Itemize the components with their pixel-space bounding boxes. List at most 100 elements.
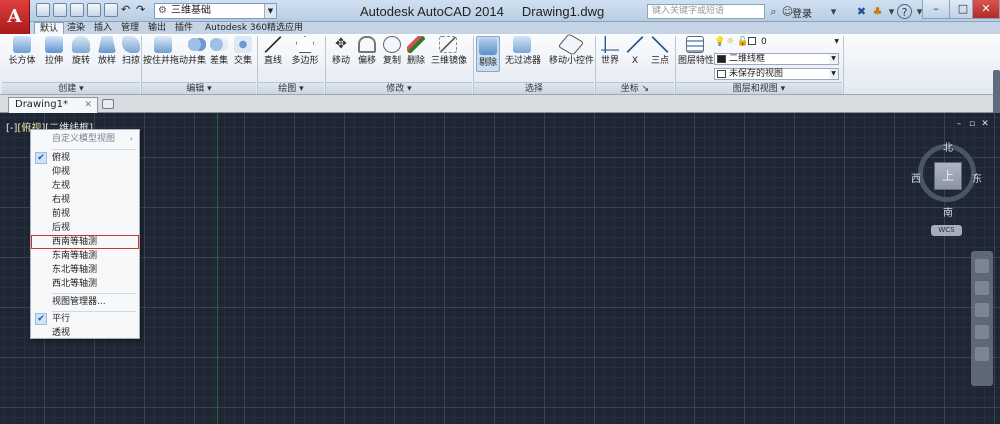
- saveas-icon[interactable]: [87, 3, 101, 17]
- undo-icon[interactable]: ↶: [121, 3, 135, 17]
- layer-select[interactable]: 💡 ☼ 🔓 0 ▼: [714, 37, 839, 49]
- move-button[interactable]: ✥ 移动: [330, 36, 352, 72]
- menu-item-label: 东北等轴测: [52, 265, 98, 275]
- workspace-select[interactable]: ⚙ 三维基础 ▼: [154, 3, 277, 19]
- search-input[interactable]: 键入关键字或短语: [647, 4, 765, 19]
- dropdown-icon[interactable]: ▾: [826, 4, 841, 19]
- union-button[interactable]: 并集: [186, 36, 208, 72]
- sweep-button[interactable]: 扫掠: [119, 36, 143, 72]
- menu-item-right[interactable]: 右视: [31, 193, 139, 207]
- extrude-button[interactable]: 拉伸: [40, 36, 68, 72]
- viewport-minimize-button[interactable]: –: [954, 119, 964, 129]
- menu-item-perspective[interactable]: 透视: [31, 326, 139, 340]
- compass-west[interactable]: 西: [911, 170, 921, 185]
- open-icon[interactable]: [53, 3, 67, 17]
- connect-icon[interactable]: ♣: [870, 4, 885, 19]
- move-gizmo-button[interactable]: 移动小控件: [549, 33, 594, 72]
- panel-title-create[interactable]: 创建 ▾: [2, 82, 140, 94]
- intersect-button[interactable]: 交集: [232, 36, 254, 72]
- compass-east[interactable]: 东: [972, 170, 982, 185]
- visual-style-select[interactable]: 二维线框 ▼: [714, 53, 839, 65]
- view-manager-item[interactable]: 视图管理器...: [31, 295, 139, 309]
- new-drawing-tab-button[interactable]: [102, 99, 114, 109]
- wcs-menu-button[interactable]: WCS: [931, 225, 962, 236]
- menu-item-se-isometric[interactable]: 东南等轴测: [31, 249, 139, 263]
- menu-item-front[interactable]: 前视: [31, 207, 139, 221]
- steering-wheel-icon[interactable]: [975, 259, 989, 273]
- redo-icon[interactable]: ↷: [136, 3, 150, 17]
- subtract-icon: [210, 36, 228, 53]
- tab-insert[interactable]: 插入: [89, 22, 117, 34]
- no-filter-button[interactable]: 无过滤器: [505, 36, 541, 72]
- erase-button[interactable]: 删除: [405, 36, 427, 72]
- tab-manage[interactable]: 管理: [116, 22, 144, 34]
- layer-properties-button[interactable]: 图层特性: [678, 36, 714, 72]
- showmotion-icon[interactable]: [975, 347, 989, 361]
- culling-button[interactable]: 剔除: [476, 36, 500, 72]
- tab-featured-apps[interactable]: 精选应用: [262, 22, 308, 34]
- search-icon[interactable]: ⌕: [766, 4, 781, 19]
- panel-title-coordinates[interactable]: 坐标 ↘: [596, 82, 674, 94]
- chevron-right-icon: ›: [129, 134, 133, 143]
- compass-north[interactable]: 北: [943, 139, 953, 154]
- polygon-button[interactable]: 多边形: [291, 36, 319, 72]
- viewport-restore-button[interactable]: ▫: [967, 119, 977, 129]
- menu-item-bottom[interactable]: 仰视: [31, 165, 139, 179]
- copy-button[interactable]: 复制: [381, 36, 403, 72]
- viewcube-top-face[interactable]: 上: [934, 162, 962, 190]
- new-icon[interactable]: [36, 3, 50, 17]
- tab-render[interactable]: 渲染: [62, 22, 90, 34]
- close-icon[interactable]: ✕: [84, 98, 92, 112]
- panel-modify-label: 修改: [386, 84, 405, 94]
- menu-item-parallel[interactable]: ✔ 平行: [31, 312, 139, 326]
- ucs-x-button[interactable]: X: [625, 36, 645, 72]
- viewport-menu-label[interactable]: [-]: [6, 123, 17, 134]
- chevron-down-icon: ▼: [829, 69, 838, 79]
- panel-title-draw[interactable]: 绘图 ▾: [258, 82, 324, 94]
- save-icon[interactable]: [70, 3, 84, 17]
- presspull-button[interactable]: 按住并拖动: [143, 36, 188, 72]
- menu-item-sw-isometric[interactable]: 西南等轴测: [31, 235, 139, 249]
- panel-title-edit[interactable]: 编辑 ▾: [142, 82, 256, 94]
- menu-item-back[interactable]: 后视: [31, 221, 139, 235]
- lock-icon: 🔓: [737, 37, 749, 47]
- menu-item-label: 西北等轴测: [52, 279, 98, 289]
- custom-model-views-item[interactable]: 自定义模型视图 ›: [31, 132, 139, 146]
- mirror3d-button[interactable]: 三维镜像: [431, 36, 467, 72]
- document-tab[interactable]: Drawing1* ✕: [8, 97, 98, 113]
- menu-item-nw-isometric[interactable]: 西北等轴测: [31, 277, 139, 291]
- zoom-icon[interactable]: [975, 303, 989, 317]
- subtract-button[interactable]: 差集: [208, 36, 230, 72]
- viewport-close-button[interactable]: ✕: [980, 119, 990, 129]
- menu-item-label: 后视: [52, 223, 71, 233]
- orbit-icon[interactable]: [975, 325, 989, 339]
- panel-title-layers-view[interactable]: 图层和视图 ▾: [676, 82, 842, 94]
- exchange-icon[interactable]: ✖: [854, 4, 869, 19]
- menu-item-top[interactable]: ✔ 俯视: [31, 151, 139, 165]
- pan-icon[interactable]: [975, 281, 989, 295]
- help-icon[interactable]: ?: [897, 4, 912, 19]
- loft-button[interactable]: 放样: [95, 36, 119, 72]
- box-button[interactable]: 长方体: [8, 36, 36, 72]
- revolve-button[interactable]: 旋转: [69, 36, 93, 72]
- ucs-world-button[interactable]: 世界: [598, 36, 622, 72]
- application-menu-button[interactable]: A: [0, 0, 30, 36]
- named-view-select[interactable]: 未保存的视图 ▼: [714, 68, 839, 80]
- drawing-viewport[interactable]: [-][俯视][二维线框] – ▫ ✕: [0, 113, 1000, 424]
- panel-coordinates-label: 坐标: [620, 84, 639, 94]
- panel-title-modify[interactable]: 修改 ▾: [326, 82, 472, 94]
- ucs-3point-button[interactable]: 三点: [649, 36, 671, 72]
- print-icon[interactable]: [104, 3, 118, 17]
- menu-item-left[interactable]: 左视: [31, 179, 139, 193]
- line-button[interactable]: 直线: [262, 36, 284, 72]
- close-button[interactable]: ✕: [972, 0, 1000, 19]
- menu-item-label: 右视: [52, 195, 71, 205]
- menu-item-ne-isometric[interactable]: 东北等轴测: [31, 263, 139, 277]
- compass-south[interactable]: 南: [943, 204, 953, 219]
- offset-button[interactable]: 偏移: [356, 36, 378, 72]
- login-button[interactable]: 登录: [792, 5, 812, 20]
- tab-plugins[interactable]: 插件: [170, 22, 198, 34]
- tab-output[interactable]: 输出: [143, 22, 171, 34]
- minimize-button[interactable]: –: [922, 0, 950, 19]
- tab-default[interactable]: 默认: [34, 22, 65, 34]
